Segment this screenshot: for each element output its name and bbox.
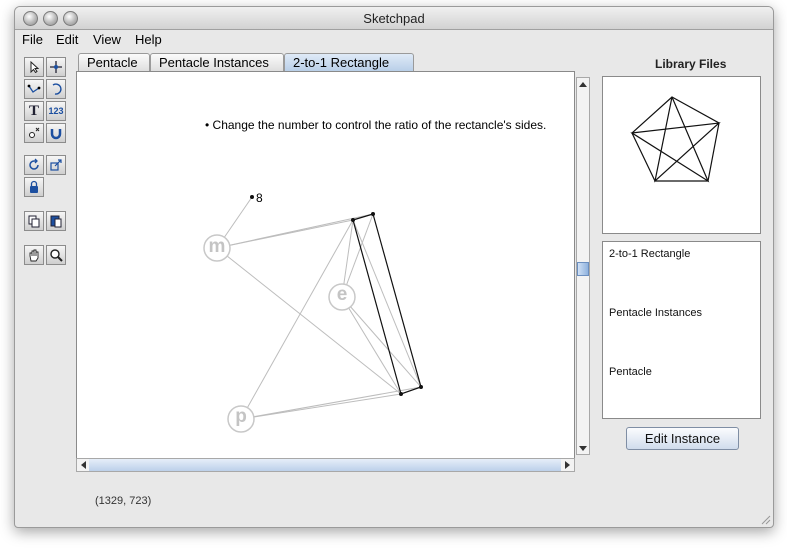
paste-button[interactable] xyxy=(46,211,66,231)
hand-icon xyxy=(29,249,39,262)
drawing-area xyxy=(203,195,423,433)
hand-tool-button[interactable] xyxy=(24,245,44,265)
rotate-icon xyxy=(29,158,39,170)
vertical-scroll-thumb[interactable] xyxy=(577,262,589,276)
scale-tool-button[interactable] xyxy=(46,155,66,175)
polyline-icon xyxy=(27,84,41,93)
menu-help[interactable]: Help xyxy=(135,32,162,47)
text-tool-button[interactable]: T xyxy=(24,101,44,121)
arc-icon xyxy=(52,83,62,95)
library-list: 2-to-1 Rectangle Pentacle Instances Pent… xyxy=(602,241,761,419)
menu-edit[interactable]: Edit xyxy=(56,32,78,47)
scale-icon xyxy=(50,159,62,171)
line-tool-button[interactable] xyxy=(24,79,44,99)
sketch-canvas[interactable]: • Change the number to control the ratio… xyxy=(76,71,575,459)
lock-tool-button[interactable] xyxy=(24,177,44,197)
horizontal-scrollbar[interactable] xyxy=(76,458,575,472)
point-m-label: m xyxy=(208,236,226,257)
library-files-title: Library Files xyxy=(655,57,727,71)
menu-view[interactable]: View xyxy=(93,32,121,47)
delete-point-tool-button[interactable] xyxy=(24,123,44,143)
move-point-tool-button[interactable] xyxy=(46,57,66,77)
tab-pentacle-instances[interactable]: Pentacle Instances xyxy=(150,53,284,71)
arc-tool-button[interactable] xyxy=(46,79,66,99)
select-tool-button[interactable] xyxy=(24,57,44,77)
copy-button[interactable] xyxy=(24,211,44,231)
point-delete-icon xyxy=(29,127,40,138)
library-preview xyxy=(602,76,761,234)
point-e-label: e xyxy=(336,284,348,305)
zoom-tool-button[interactable] xyxy=(46,245,66,265)
paste-icon xyxy=(50,215,62,228)
app-window: Sketchpad File Edit View Help T 123 Pent… xyxy=(14,6,774,528)
ratio-number[interactable]: 8 xyxy=(256,191,263,205)
add-constraint-tool-button[interactable] xyxy=(46,123,66,143)
window-title: Sketchpad xyxy=(363,11,425,26)
lock-icon xyxy=(30,180,38,193)
horizontal-scroll-thumb[interactable] xyxy=(89,459,561,471)
library-item[interactable]: 2-to-1 Rectangle xyxy=(609,248,690,260)
scroll-down-icon[interactable] xyxy=(577,442,589,454)
tab-pentacle[interactable]: Pentacle xyxy=(78,53,150,71)
title-bar: Sketchpad xyxy=(15,7,773,30)
library-item[interactable]: Pentacle Instances xyxy=(609,307,702,319)
point-p-label: p xyxy=(235,406,247,427)
resize-grip-icon[interactable] xyxy=(759,513,771,525)
rotate-tool-button[interactable] xyxy=(24,155,44,175)
scroll-up-icon[interactable] xyxy=(577,79,589,91)
number-tool-button[interactable]: 123 xyxy=(46,101,66,121)
move-arrows-icon xyxy=(50,61,62,73)
tab-2-to-1-rectangle[interactable]: 2-to-1 Rectangle xyxy=(284,53,414,71)
arrow-pointer-icon xyxy=(30,61,40,73)
pentacle-preview-icon xyxy=(630,96,721,183)
cursor-coordinates: (1329, 723) xyxy=(95,495,152,507)
magnet-icon xyxy=(50,129,62,140)
menu-file[interactable]: File xyxy=(22,32,43,47)
library-item[interactable]: Pentacle xyxy=(609,366,652,378)
scroll-right-icon[interactable] xyxy=(561,459,573,471)
edit-instance-button[interactable]: Edit Instance xyxy=(626,427,739,450)
vertical-scrollbar[interactable] xyxy=(576,77,590,455)
copy-icon xyxy=(28,215,40,228)
magnifier-icon xyxy=(50,249,63,262)
number-point[interactable] xyxy=(250,195,254,199)
menu-bar: File Edit View Help xyxy=(15,30,773,50)
